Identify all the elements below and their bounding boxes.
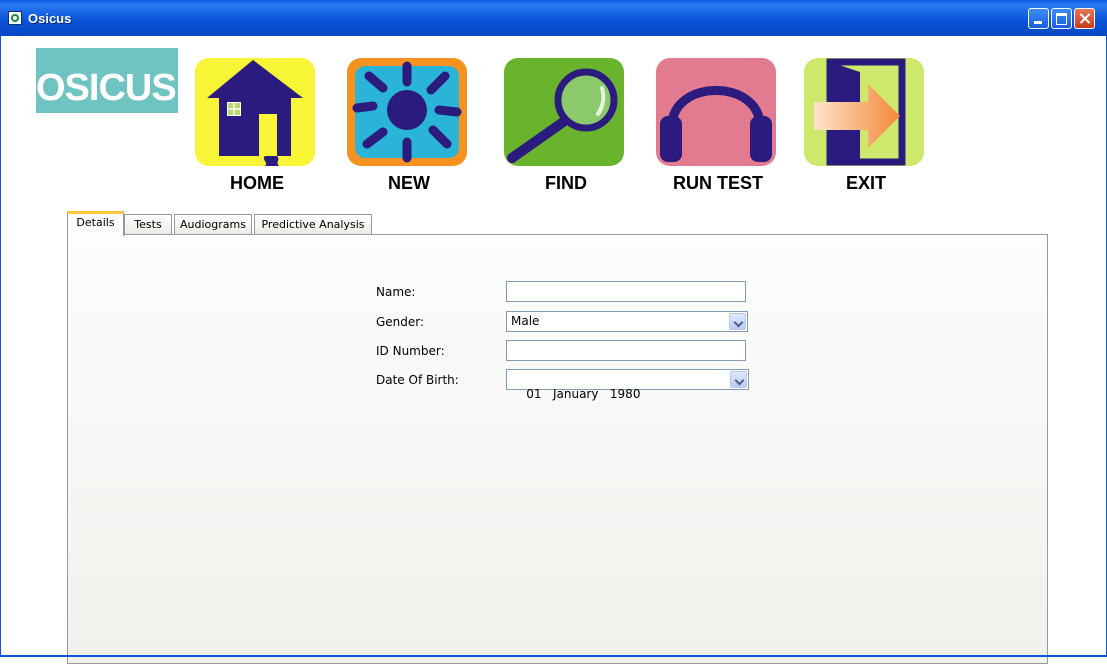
date-of-birth-label: Date Of Birth: <box>376 373 459 387</box>
window-title: Osicus <box>28 11 72 26</box>
app-icon[interactable] <box>8 11 22 25</box>
gender-value: Male <box>511 314 540 328</box>
find-label: FIND <box>545 173 587 193</box>
tab-details[interactable]: Details <box>67 211 124 236</box>
gender-label: Gender: <box>376 315 425 329</box>
home-label: HOME <box>230 173 284 193</box>
minimize-button[interactable] <box>1028 8 1049 29</box>
tab-audiograms[interactable]: Audiograms <box>174 214 252 234</box>
chevron-down-icon[interactable] <box>729 313 746 330</box>
date-of-birth-value: 01 January 1980 <box>526 387 641 401</box>
logo-text: OSICUS <box>36 67 177 109</box>
name-label: Name: <box>376 285 416 299</box>
details-panel: Name: Gender: Male ID Number: Date Of Bi… <box>67 234 1048 664</box>
exit-label: EXIT <box>845 173 886 193</box>
home-button[interactable]: HOME <box>195 58 319 198</box>
tab-predictive-analysis[interactable]: Predictive Analysis <box>254 214 372 234</box>
run-test-button[interactable]: RUN TEST <box>656 58 780 198</box>
magnifier-icon <box>504 58 624 166</box>
new-label: NEW <box>388 173 430 193</box>
close-button[interactable] <box>1074 8 1095 29</box>
id-number-input[interactable] <box>506 340 746 361</box>
door-exit-icon <box>804 58 924 166</box>
gender-select[interactable]: Male <box>506 311 748 332</box>
sun-icon <box>347 58 467 166</box>
maximize-button[interactable] <box>1051 8 1072 29</box>
house-icon <box>195 58 315 166</box>
tab-tests[interactable]: Tests <box>124 214 172 234</box>
osicus-logo: OSICUS <box>36 48 178 113</box>
name-input[interactable] <box>506 281 746 302</box>
exit-button[interactable]: EXIT <box>804 58 928 198</box>
new-button[interactable]: NEW <box>347 58 471 198</box>
title-bar[interactable]: Osicus <box>0 0 1107 36</box>
date-of-birth-picker[interactable]: 01 January 1980 <box>506 369 749 401</box>
headphones-icon <box>656 58 776 166</box>
run-test-label: RUN TEST <box>673 173 763 193</box>
find-button[interactable]: FIND <box>504 58 628 198</box>
chevron-down-icon[interactable] <box>730 371 747 388</box>
id-number-label: ID Number: <box>376 344 445 358</box>
